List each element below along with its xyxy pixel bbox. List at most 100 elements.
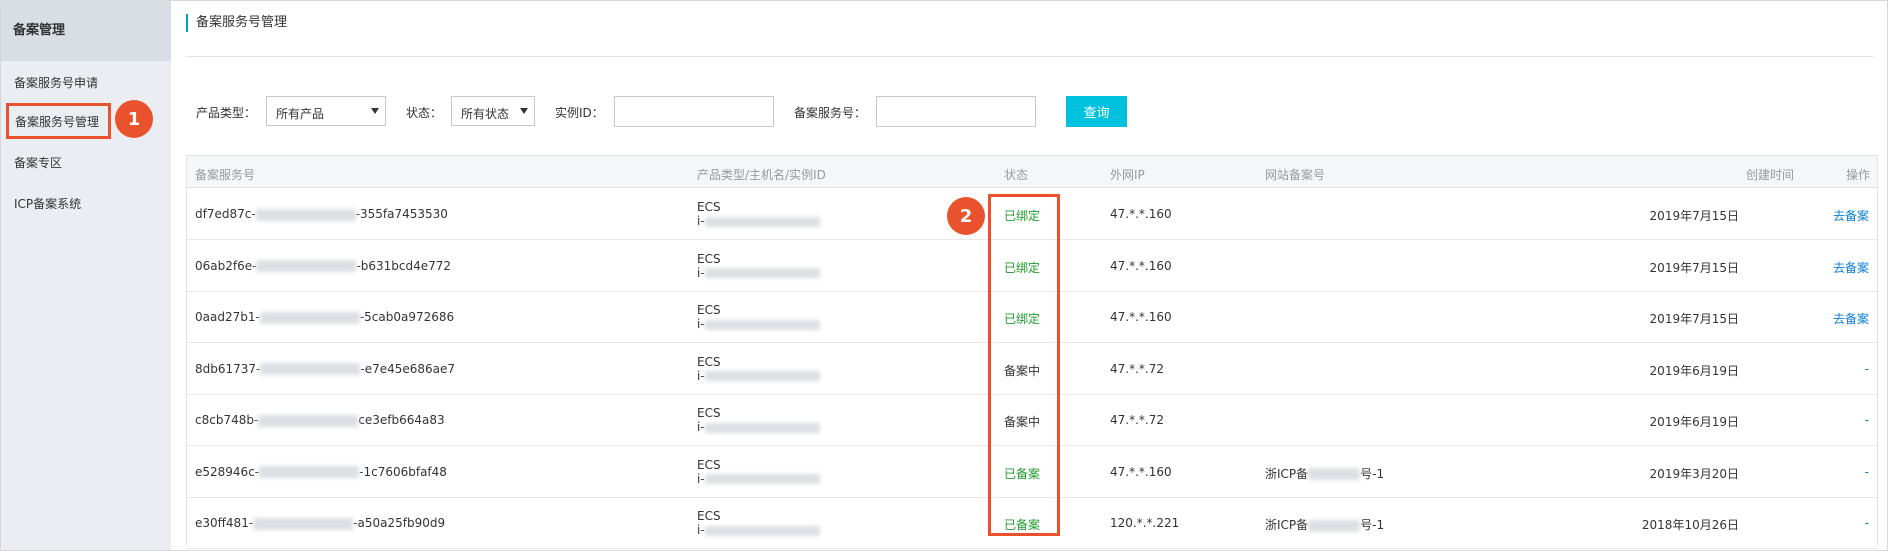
service-no-prefix: 0aad27b1- (195, 310, 260, 324)
col-icp: 网站备案号 (1265, 168, 1326, 182)
action-placeholder: - (1864, 516, 1869, 530)
instance-id-input[interactable] (614, 96, 774, 127)
product-type: ECS (697, 509, 721, 523)
sidebar-item-icp-system[interactable]: ICP备案系统 (14, 195, 81, 212)
sidebar-item-label: 备案服务号管理 (15, 115, 100, 129)
service-no-cell: 8db61737- -e7e45e686ae7 (195, 362, 455, 376)
redacted-block (704, 319, 820, 330)
instance-prefix: i- (697, 214, 705, 228)
service-no-suffix: -5cab0a972686 (359, 310, 455, 324)
service-no-cell: e30ff481- -a50a25fb90d9 (195, 516, 445, 530)
file-filing-link[interactable]: 去备案 (1833, 207, 1869, 224)
public-ip: 47.*.*.160 (1110, 310, 1172, 324)
col-created: 创建时间 (1746, 168, 1795, 182)
service-no-suffix: -b631bcd4e772 (356, 258, 452, 273)
chevron-down-icon (520, 108, 528, 114)
redacted-block (259, 311, 360, 324)
sidebar-item-apply[interactable]: 备案服务号申请 (14, 74, 98, 91)
public-ip: 47.*.*.160 (1110, 207, 1172, 221)
service-no-suffix: -355fa7453530 (355, 207, 448, 221)
redacted-block (1308, 519, 1361, 532)
product-cell: ECS i- (697, 355, 820, 383)
public-ip: 47.*.*.72 (1110, 413, 1164, 427)
service-no-prefix: df7ed87c- (195, 207, 256, 221)
redacted-block (259, 466, 360, 478)
service-no-label: 备案服务号： (794, 106, 867, 120)
status-value: 所有状态 (461, 107, 510, 121)
product-type: ECS (697, 457, 721, 472)
icp-suffix: 号-1 (1360, 518, 1385, 532)
sidebar-item-zone[interactable]: 备案专区 (14, 154, 62, 171)
public-ip: 47.*.*.160 (1110, 464, 1172, 479)
service-no-suffix: ce3efb664a83 (358, 413, 445, 427)
icp-number: 浙ICP备 号-1 (1265, 465, 1384, 482)
product-type-label: 产品类型： (196, 106, 257, 120)
product-type: ECS (697, 406, 721, 420)
query-button[interactable]: 查询 (1066, 96, 1127, 127)
action-placeholder: - (1864, 464, 1869, 479)
sidebar-item-manage[interactable]: 备案服务号管理 (6, 103, 111, 139)
redacted-block (704, 422, 820, 433)
service-no-prefix: e30ff481- (195, 516, 254, 530)
instance-prefix: i- (697, 523, 705, 537)
created-time: 2019年6月19日 (1649, 363, 1739, 378)
product-type: ECS (697, 354, 721, 369)
product-type-select[interactable]: 所有产品 (266, 96, 386, 126)
callout-badge-2: 2 (947, 197, 985, 235)
title-divider (186, 56, 1874, 57)
created-time: 2019年3月20日 (1649, 466, 1739, 481)
col-ip: 外网IP (1110, 168, 1145, 182)
product-cell: ECS i- (697, 200, 820, 228)
redacted-block (704, 525, 820, 536)
product-cell: ECS i- (697, 252, 820, 280)
redacted-block (704, 216, 820, 227)
instance-id: i- (697, 369, 820, 383)
instance-id: i- (697, 523, 820, 537)
status-filter-label: 状态： (406, 106, 443, 120)
product-type: ECS (697, 251, 721, 266)
created-time: 2019年6月19日 (1649, 415, 1739, 429)
service-no-input[interactable] (876, 96, 1036, 127)
product-cell: ECS i- (697, 406, 820, 434)
instance-id: i- (697, 420, 820, 434)
service-no-prefix: 06ab2f6e- (195, 258, 257, 273)
action-placeholder: - (1864, 413, 1869, 427)
col-action: 操作 (1846, 168, 1871, 182)
service-no-suffix: -e7e45e686ae7 (360, 361, 456, 376)
icp-suffix: 号-1 (1360, 466, 1385, 481)
redacted-block (256, 260, 357, 272)
redacted-block (1308, 468, 1361, 480)
service-no-cell: c8cb748b-ce3efb664a83 (195, 413, 445, 427)
file-filing-link[interactable]: 去备案 (1833, 310, 1869, 327)
service-no-prefix: c8cb748b- (195, 413, 259, 427)
service-no-suffix: -1c7606bfaf48 (359, 464, 447, 479)
product-type: ECS (697, 200, 721, 214)
instance-id: i- (697, 214, 820, 228)
table-header: 备案服务号 产品类型/主机名/实例ID 状态 外网IP 网站备案号 创建时间 操… (187, 156, 1877, 188)
created-time: 2019年7月15日 (1649, 312, 1739, 326)
redacted-block (704, 371, 820, 381)
public-ip: 47.*.*.160 (1110, 258, 1172, 273)
icp-prefix: 浙ICP备 (1265, 518, 1309, 532)
col-status: 状态 (1004, 168, 1029, 182)
redacted-block (260, 363, 361, 375)
redacted-block (255, 208, 356, 221)
public-ip: 47.*.*.72 (1110, 361, 1164, 376)
service-no-cell: df7ed87c- -355fa7453530 (195, 207, 448, 221)
instance-prefix: i- (697, 265, 705, 280)
product-type-value: 所有产品 (276, 107, 325, 121)
service-no-cell: 0aad27b1- -5cab0a972686 (195, 310, 454, 324)
created-time: 2019年7月15日 (1649, 209, 1739, 223)
instance-id: i- (697, 317, 820, 331)
created-time: 2019年7月15日 (1649, 260, 1739, 275)
status-select[interactable]: 所有状态 (451, 96, 535, 126)
product-cell: ECS i- (697, 303, 820, 331)
icp-prefix: 浙ICP备 (1265, 466, 1309, 481)
product-cell: ECS i- (697, 458, 820, 486)
status-highlight-box (988, 194, 1060, 536)
icp-number: 浙ICP备 号-1 (1265, 516, 1384, 533)
created-time: 2018年10月26日 (1641, 518, 1739, 532)
instance-prefix: i- (697, 317, 705, 331)
file-filing-link[interactable]: 去备案 (1833, 259, 1869, 276)
instance-prefix: i- (697, 420, 705, 434)
